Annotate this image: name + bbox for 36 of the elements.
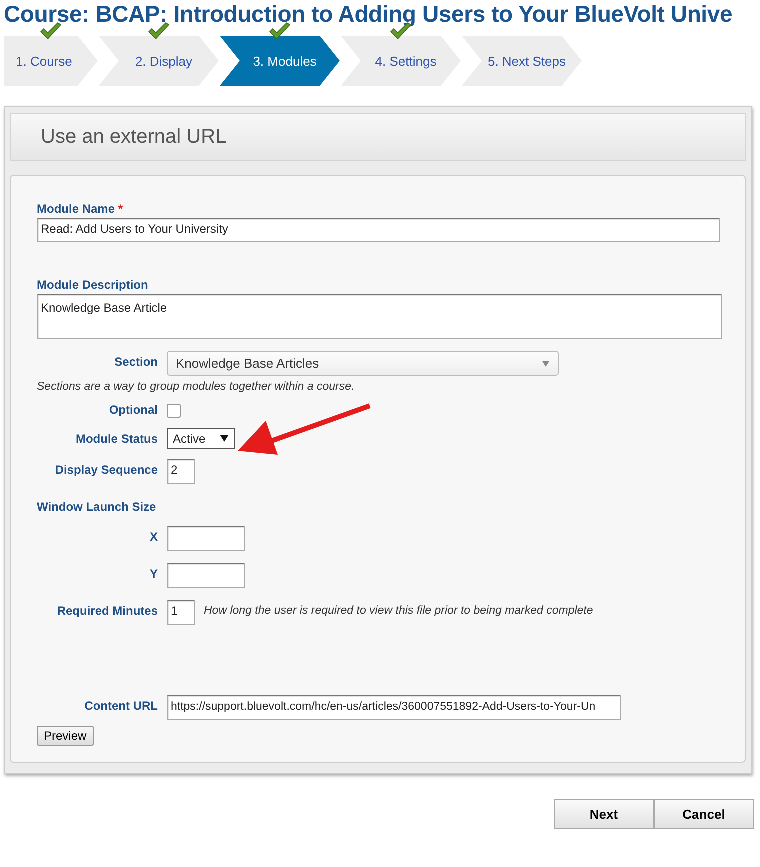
width-field[interactable] xyxy=(167,526,245,551)
wizard-step[interactable]: 1. Course xyxy=(4,36,98,86)
panel-title: Use an external URL xyxy=(41,126,227,148)
url-field[interactable]: https://support.bluevolt.com/hc/en-us/articles/360007551892-Add-Users-to-Your-Un xyxy=(167,695,621,720)
height-field[interactable] xyxy=(167,563,245,588)
module-name-field[interactable]: Read: Add Users to Your University xyxy=(37,218,720,242)
field-label: Window Launch Size xyxy=(37,500,158,514)
footer-button[interactable]: Cancel xyxy=(654,799,754,829)
field-label: Module Status xyxy=(74,431,158,446)
field-label: Module Description xyxy=(37,278,150,292)
page-title: Course: BCAP: Introduction to Adding Users to Your BlueVolt Unive xyxy=(4,1,734,28)
field-label: Display Sequence xyxy=(54,462,158,477)
caret-icon xyxy=(542,360,550,366)
sequence-field[interactable]: 2 xyxy=(167,459,195,484)
status-dropdown[interactable]: Active xyxy=(167,428,235,449)
section-hint: Sections are a way to group modules together within a course. xyxy=(37,381,355,393)
optional-checkbox[interactable] xyxy=(167,404,181,418)
field-label: Required Minutes xyxy=(56,603,158,618)
caret-icon xyxy=(220,435,229,442)
wizard-step[interactable]: 2. Display xyxy=(99,36,219,86)
wizard-step[interactable]: 4. Settings xyxy=(341,36,461,86)
wizard-step[interactable]: 3. Modules xyxy=(220,36,340,86)
preview-button[interactable]: Preview xyxy=(37,726,94,746)
field-label: Module Name xyxy=(37,202,116,216)
field-label: Optional xyxy=(108,402,158,417)
section-dropdown[interactable]: Knowledge Base Articles xyxy=(167,351,559,376)
required-mark: * xyxy=(118,202,124,216)
wizard-step[interactable]: 5. Next Steps xyxy=(462,36,582,86)
minutes-field[interactable]: 1 xyxy=(167,600,195,625)
field-label: Section xyxy=(114,354,158,369)
minutes-hint: How long the user is required to view this file prior to being marked complete xyxy=(204,604,594,617)
field-label: Y xyxy=(148,566,158,581)
footer-button[interactable]: Next xyxy=(554,799,654,829)
field-label: X xyxy=(148,529,158,544)
description-field[interactable]: Knowledge Base Article xyxy=(37,294,722,339)
field-label: Content URL xyxy=(84,698,158,713)
